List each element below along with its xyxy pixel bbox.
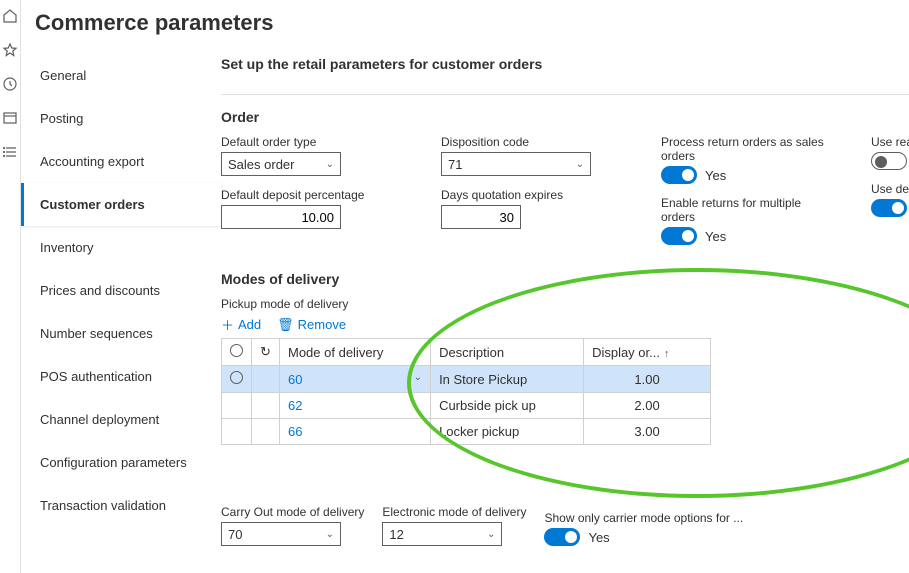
list-icon[interactable] — [0, 142, 20, 162]
mode-cell[interactable]: 66 — [280, 419, 431, 445]
days-quote-label: Days quotation expires — [441, 188, 621, 202]
carry-out-value: 70 — [228, 527, 242, 542]
electronic-value: 12 — [389, 527, 403, 542]
pickup-modes-grid: ↻ Mode of delivery Description Display o… — [221, 338, 711, 445]
row-spacer — [252, 419, 280, 445]
col-desc[interactable]: Description — [431, 339, 584, 366]
enable-returns-value: Yes — [705, 229, 726, 244]
table-row[interactable]: 66Locker pickup3.00 — [222, 419, 711, 445]
nav-number-sequences[interactable]: Number sequences — [21, 312, 221, 355]
nav-inventory[interactable]: Inventory — [21, 226, 221, 269]
order-group-title: Order — [221, 109, 909, 125]
add-label: Add — [238, 317, 261, 332]
disposition-code-select[interactable]: 71 ⌄ — [441, 152, 591, 176]
row-spacer — [252, 393, 280, 419]
side-nav: General Posting Accounting export Custom… — [21, 50, 221, 573]
default-order-type-label: Default order type — [221, 135, 401, 149]
nav-general[interactable]: General — [21, 54, 221, 97]
chevron-down-icon: ⌄ — [487, 529, 495, 540]
col-mode[interactable]: Mode of delivery — [280, 339, 431, 366]
row-spacer — [252, 366, 280, 393]
show-carrier-value: Yes — [588, 530, 609, 545]
recent-icon[interactable] — [0, 74, 20, 94]
show-carrier-toggle[interactable] — [544, 528, 580, 546]
icon-rail — [0, 0, 21, 573]
refresh-header[interactable]: ↻ — [252, 339, 280, 366]
col-order[interactable]: Display or...↑ — [584, 339, 711, 366]
disposition-code-label: Disposition code — [441, 135, 621, 149]
enable-returns-label: Enable returns for multiple orders — [661, 196, 831, 224]
nav-posting[interactable]: Posting — [21, 97, 221, 140]
select-all-header[interactable] — [222, 339, 252, 366]
nav-configuration-parameters[interactable]: Configuration parameters — [21, 441, 221, 484]
use-realti-toggle[interactable] — [871, 152, 907, 170]
add-button[interactable]: ＋ Add — [221, 315, 261, 334]
use-defau-toggle[interactable] — [871, 199, 907, 217]
sort-asc-icon: ↑ — [664, 348, 670, 360]
nav-pos-authentication[interactable]: POS authentication — [21, 355, 221, 398]
disposition-code-value: 71 — [448, 157, 462, 172]
electronic-label: Electronic mode of delivery — [382, 505, 526, 519]
days-quote-input[interactable] — [441, 205, 521, 229]
page-title: Commerce parameters — [21, 0, 909, 50]
home-icon[interactable] — [0, 6, 20, 26]
remove-button[interactable]: 🗑 Remove — [277, 315, 346, 334]
carry-out-label: Carry Out mode of delivery — [221, 505, 364, 519]
order-cell: 2.00 — [584, 393, 711, 419]
row-selector[interactable] — [222, 393, 252, 419]
row-selector[interactable] — [222, 419, 252, 445]
process-return-label: Process return orders as sales orders — [661, 135, 831, 163]
use-defau-label: Use defau — [871, 182, 909, 196]
order-cell: 1.00 — [584, 366, 711, 393]
use-realti-label: Use realti — [871, 135, 909, 149]
default-deposit-input[interactable] — [221, 205, 341, 229]
nav-prices-discounts[interactable]: Prices and discounts — [21, 269, 221, 312]
mode-cell[interactable]: 62 — [280, 393, 431, 419]
trash-icon: 🗑 — [277, 317, 294, 333]
process-return-toggle[interactable] — [661, 166, 697, 184]
process-return-value: Yes — [705, 168, 726, 183]
table-row[interactable]: 62Curbside pick up2.00 — [222, 393, 711, 419]
nav-customer-orders[interactable]: Customer orders — [21, 183, 221, 226]
table-row[interactable]: 60 ⌄In Store Pickup1.00 — [222, 366, 711, 393]
show-carrier-label: Show only carrier mode options for ... — [544, 511, 743, 525]
order-cell: 3.00 — [584, 419, 711, 445]
default-deposit-label: Default deposit percentage — [221, 188, 401, 202]
row-selector[interactable] — [222, 366, 252, 393]
default-order-type-value: Sales order — [228, 157, 294, 172]
plus-icon: ＋ — [221, 315, 234, 334]
remove-label: Remove — [298, 317, 346, 332]
enable-returns-toggle[interactable] — [661, 227, 697, 245]
chevron-down-icon: ⌄ — [326, 529, 334, 540]
section-header: Set up the retail parameters for custome… — [221, 50, 909, 84]
mode-cell[interactable]: 60 ⌄ — [280, 366, 431, 393]
desc-cell: Locker pickup — [431, 419, 584, 445]
default-order-type-select[interactable]: Sales order ⌄ — [221, 152, 341, 176]
nav-channel-deployment[interactable]: Channel deployment — [21, 398, 221, 441]
nav-transaction-validation[interactable]: Transaction validation — [21, 484, 221, 527]
pickup-mode-label: Pickup mode of delivery — [221, 297, 909, 311]
desc-cell: In Store Pickup — [431, 366, 584, 393]
chevron-down-icon: ⌄ — [576, 159, 584, 170]
modes-title: Modes of delivery — [221, 271, 909, 287]
workspace-icon[interactable] — [0, 108, 20, 128]
electronic-select[interactable]: 12 ⌄ — [382, 522, 502, 546]
carry-out-select[interactable]: 70 ⌄ — [221, 522, 341, 546]
favorite-icon[interactable] — [0, 40, 20, 60]
content-pane: Set up the retail parameters for custome… — [221, 50, 909, 573]
chevron-down-icon: ⌄ — [326, 159, 334, 170]
nav-accounting-export[interactable]: Accounting export — [21, 140, 221, 183]
desc-cell: Curbside pick up — [431, 393, 584, 419]
